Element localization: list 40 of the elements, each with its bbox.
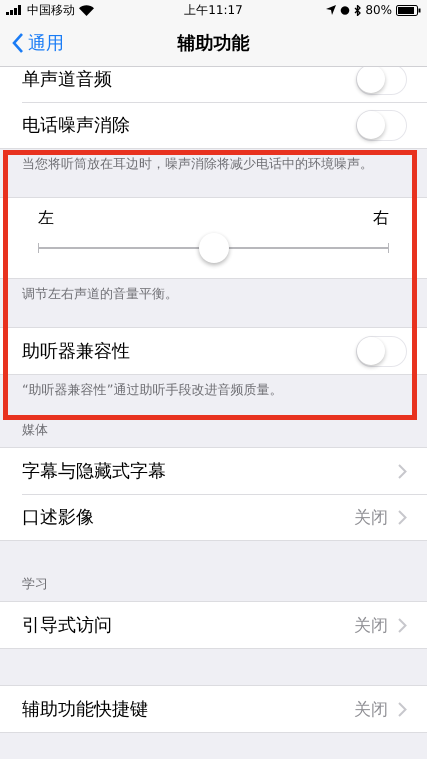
setting-label: 字幕与隐藏式字幕 <box>22 460 167 483</box>
back-button[interactable]: 通用 <box>12 20 64 66</box>
settings-row[interactable]: 引导式访问 关闭 <box>0 602 427 648</box>
left-label: 左 <box>38 208 54 229</box>
clock-time: 上午11:17 <box>184 2 243 18</box>
chevron-icon <box>398 618 407 632</box>
slider-thumb[interactable] <box>198 233 228 263</box>
page-title: 辅助功能 <box>178 32 250 55</box>
section-header: 媒体 <box>21 423 49 440</box>
settings-row[interactable]: 辅助功能快捷键 关闭 <box>0 686 427 732</box>
location-icon <box>326 5 336 15</box>
setting-label: 引导式访问 <box>22 614 113 637</box>
section-footnote: “助听器兼容性”通过助听手段改进音频质量。 <box>21 382 284 400</box>
battery-icon <box>396 4 421 16</box>
section-footnote: 调节左右声道的音量平衡。 <box>21 286 179 304</box>
section-header: 学习 <box>21 577 49 594</box>
carrier-name: 中国移动 <box>27 2 75 18</box>
setting-label: 辅助功能快捷键 <box>22 698 149 721</box>
right-label: 右 <box>373 208 389 229</box>
battery-percent: 80% <box>365 3 392 17</box>
chevron-icon <box>398 510 407 524</box>
setting-value: 关闭 <box>354 506 388 528</box>
setting-value: 关闭 <box>354 698 388 720</box>
settings-row[interactable]: 字幕与隐藏式字幕 <box>0 448 427 494</box>
setting-label: 口述影像 <box>22 506 95 529</box>
chevron-icon <box>398 464 407 478</box>
setting-value: 关闭 <box>354 614 388 636</box>
bluetooth-icon <box>354 4 362 16</box>
setting-label: 单声道音频 <box>22 68 113 91</box>
chevron-icon <box>398 702 407 716</box>
chevron-icon <box>12 33 24 53</box>
setting-label: 电话噪声消除 <box>22 114 131 137</box>
toggle-switch[interactable] <box>356 336 407 366</box>
balance-slider[interactable] <box>38 233 389 263</box>
signal-icon <box>6 5 23 15</box>
setting-label: 助听器兼容性 <box>22 340 131 363</box>
settings-row[interactable]: 口述影像 关闭 <box>0 494 427 540</box>
wifi-icon <box>79 4 94 16</box>
section-footnote: 当您将听筒放在耳边时，噪声消除将减少电话中的环境噪声。 <box>21 156 374 174</box>
toggle-switch[interactable] <box>356 110 407 140</box>
